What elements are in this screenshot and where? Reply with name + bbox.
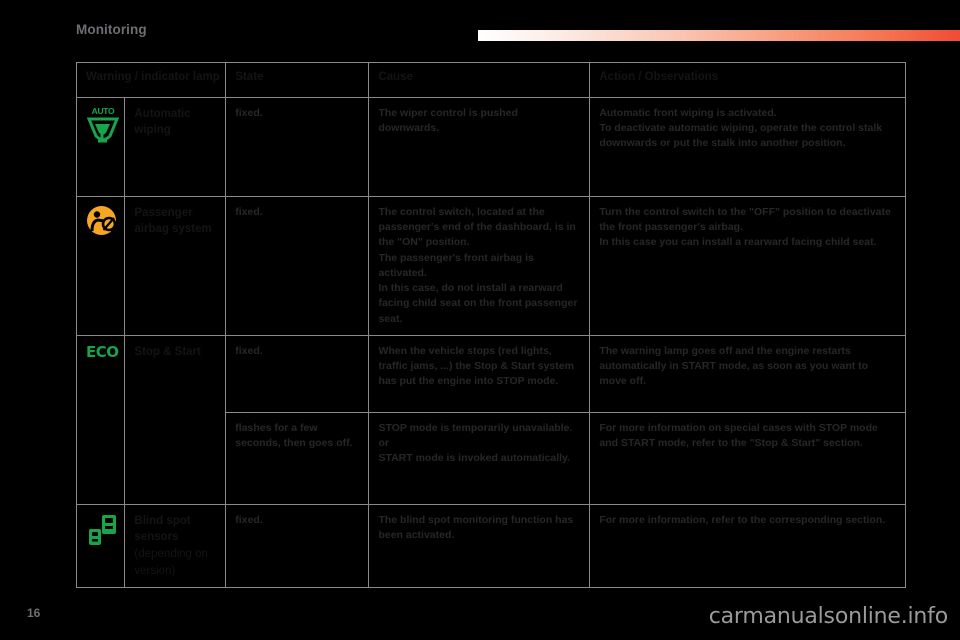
- lamp-label-text: Automatic wiping: [134, 108, 191, 137]
- action-text: Automatic front wiping is activated. To …: [599, 107, 883, 150]
- action-text: The warning lamp goes off and the engine…: [599, 344, 869, 388]
- cause-cell: STOP mode is temporarily unavailable. or…: [368, 411, 591, 505]
- auto-wiper-icon: AUTO: [86, 106, 120, 145]
- cause-text: The blind spot monitoring function has b…: [378, 513, 574, 541]
- blind-spot-glyph: [89, 514, 116, 545]
- passenger-airbag-icon: [86, 205, 117, 236]
- table-row: Blind spot sensors (depending on version…: [75, 503, 906, 589]
- action-cell: For more information on special cases wi…: [589, 411, 906, 505]
- cause-cell: The blind spot monitoring function has b…: [368, 503, 591, 589]
- table-row: AUTO Automatic wiping fixed. The wiper c…: [75, 97, 906, 197]
- state-cell: fixed.: [225, 97, 370, 197]
- state-cell: fixed.: [225, 196, 370, 336]
- column-header-action: Action / Observations: [589, 62, 906, 98]
- lamp-label-sub: (depending on version): [134, 548, 208, 577]
- icon-cell: ECO: [75, 334, 126, 505]
- cause-text: The control switch, located at the passe…: [378, 206, 578, 325]
- state-text: fixed.: [235, 344, 263, 357]
- lamp-label: Stop & Start: [124, 334, 227, 505]
- state-text: flashes for a few seconds, then goes off…: [235, 421, 353, 449]
- page-title: Monitoring: [76, 22, 147, 37]
- state-text: fixed.: [235, 107, 263, 119]
- action-cell: Turn the control switch to the "OFF" pos…: [589, 196, 906, 336]
- action-cell: For more information, refer to the corre…: [589, 503, 906, 589]
- blind-spot-icon: [86, 513, 120, 547]
- action-text: Turn the control switch to the "OFF" pos…: [599, 206, 891, 249]
- lamp-label-text: Blind spot sensors: [134, 514, 191, 544]
- cause-cell: When the vehicle stops (red lights, traf…: [368, 334, 591, 413]
- lamp-label: Blind spot sensors (depending on version…: [124, 503, 227, 589]
- icon-cell: [75, 196, 126, 336]
- column-header-lamp: Warning / indicator lamp: [75, 62, 227, 98]
- watermark: carmanualsonline.info: [708, 604, 948, 629]
- lamp-label: Passenger airbag system: [124, 196, 227, 336]
- table-header-row: Warning / indicator lamp State Cause Act…: [75, 62, 906, 98]
- cause-text: STOP mode is temporarily unavailable. or…: [378, 421, 573, 465]
- icon-cell: [75, 503, 126, 589]
- cause-cell: The control switch, located at the passe…: [368, 196, 591, 336]
- lamp-label-text: Stop & Start: [134, 345, 201, 358]
- page-number: 16: [27, 606, 41, 620]
- passenger-airbag-glyph: [87, 206, 117, 235]
- header-accent-bar: [478, 30, 960, 41]
- cause-cell: The wiper control is pushed downwards.: [368, 97, 591, 197]
- state-text: fixed.: [235, 206, 263, 218]
- action-cell: Automatic front wiping is activated. To …: [589, 97, 906, 197]
- table-row: ECO Stop & Start fixed. When the vehicle…: [75, 334, 906, 505]
- action-text: For more information, refer to the corre…: [599, 513, 886, 526]
- warning-lamp-table: Warning / indicator lamp State Cause Act…: [75, 62, 906, 589]
- lamp-label: Automatic wiping: [124, 97, 227, 197]
- state-cell: fixed.: [225, 503, 370, 589]
- state-cell: flashes for a few seconds, then goes off…: [225, 411, 370, 505]
- reference-table-container: Warning / indicator lamp State Cause Act…: [75, 62, 906, 589]
- eco-icon: ECO: [86, 342, 119, 361]
- column-header-state: State: [225, 62, 370, 98]
- lamp-label-text: Passenger airbag system: [134, 207, 212, 236]
- cause-text: The wiper control is pushed downwards.: [378, 107, 518, 135]
- auto-wiper-glyph: [86, 117, 120, 143]
- state-text: fixed.: [235, 513, 263, 526]
- cause-text: When the vehicle stops (red lights, traf…: [378, 344, 574, 388]
- column-header-cause: Cause: [368, 62, 591, 98]
- action-cell: The warning lamp goes off and the engine…: [589, 334, 906, 413]
- icon-cell: AUTO: [75, 97, 126, 197]
- table-row: Passenger airbag system fixed. The contr…: [75, 196, 906, 336]
- state-cell: fixed.: [225, 334, 370, 413]
- page-header: Monitoring: [0, 0, 960, 56]
- action-text: For more information on special cases wi…: [599, 421, 878, 449]
